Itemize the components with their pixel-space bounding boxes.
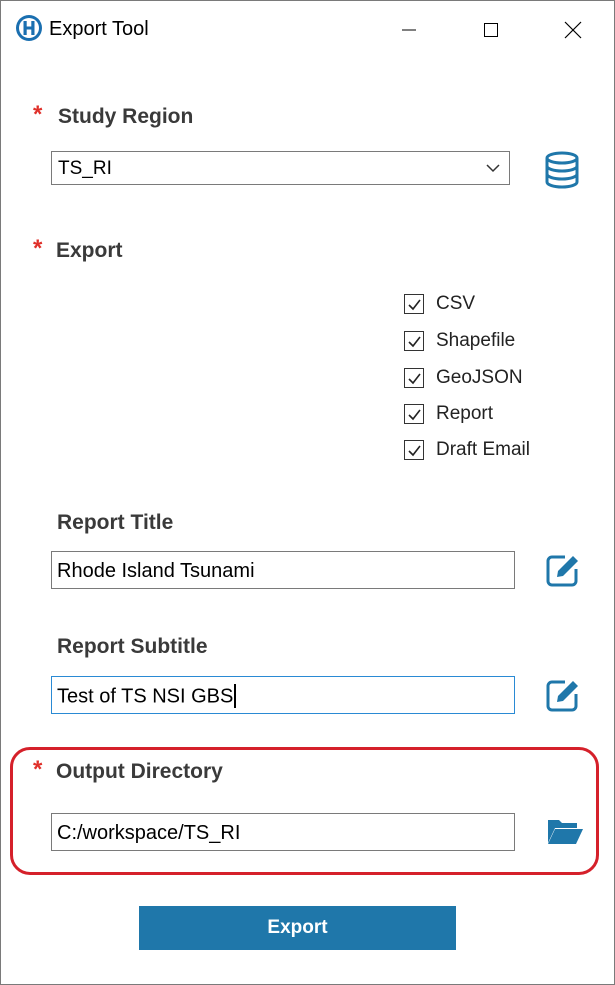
export-tool-window: Export Tool * Study Region TS_RI * Expor… [0, 0, 615, 985]
option-label: Draft Email [436, 439, 530, 460]
output-directory-value: C:/workspace/TS_RI [57, 822, 241, 844]
study-region-select[interactable]: TS_RI [51, 151, 510, 185]
checkmark-icon [407, 373, 421, 384]
checkbox[interactable] [404, 368, 424, 388]
close-button[interactable] [532, 1, 614, 59]
minimize-button[interactable] [368, 1, 450, 59]
report-title-input[interactable]: Rhode Island Tsunami [51, 551, 515, 589]
maximize-icon [484, 23, 498, 37]
edit-icon[interactable] [544, 551, 582, 589]
export-required-mark: * [33, 235, 43, 262]
report-title-value: Rhode Island Tsunami [57, 560, 255, 582]
checkbox[interactable] [404, 440, 424, 460]
study-region-required-mark: * [33, 101, 43, 128]
edit-icon[interactable] [544, 676, 582, 714]
text-caret [234, 684, 237, 708]
output-directory-input[interactable]: C:/workspace/TS_RI [51, 813, 515, 851]
option-label: GeoJSON [436, 367, 523, 388]
checkbox[interactable] [404, 404, 424, 424]
option-label: Shapefile [436, 330, 516, 351]
report-subtitle-value: Test of TS NSI GBS [57, 684, 237, 709]
report-subtitle-label: Report Subtitle [57, 635, 208, 658]
window-title: Export Tool [49, 18, 149, 40]
checkbox[interactable] [404, 294, 424, 314]
export-option-csv[interactable]: CSV [404, 289, 604, 319]
close-icon [564, 21, 582, 39]
checkmark-icon [407, 299, 421, 310]
report-subtitle-input[interactable]: Test of TS NSI GBS [51, 676, 515, 714]
export-option-draft-email[interactable]: Draft Email [404, 435, 604, 465]
checkmark-icon [407, 409, 421, 420]
checkbox[interactable] [404, 331, 424, 351]
checkmark-icon [407, 445, 421, 456]
report-subtitle-text: Test of TS NSI GBS [57, 685, 234, 708]
app-logo-icon [16, 15, 42, 41]
folder-open-icon[interactable] [546, 816, 584, 846]
database-icon[interactable] [544, 151, 580, 189]
report-title-label: Report Title [57, 511, 174, 534]
checkmark-icon [407, 336, 421, 347]
export-option-shapefile[interactable]: Shapefile [404, 326, 604, 356]
export-button-label: Export [267, 917, 328, 938]
export-button[interactable]: Export [139, 906, 456, 950]
export-option-geojson[interactable]: GeoJSON [404, 363, 604, 393]
output-directory-label: Output Directory [56, 760, 223, 783]
chevron-down-icon [486, 164, 500, 173]
output-directory-required-mark: * [33, 756, 43, 783]
export-label: Export [56, 239, 123, 262]
study-region-value: TS_RI [58, 158, 112, 179]
maximize-button[interactable] [450, 1, 532, 59]
minimize-icon [402, 29, 416, 31]
option-label: CSV [436, 293, 476, 314]
option-label: Report [436, 403, 494, 424]
title-bar: Export Tool [1, 1, 614, 59]
study-region-label: Study Region [58, 105, 194, 128]
export-option-report[interactable]: Report [404, 399, 604, 429]
